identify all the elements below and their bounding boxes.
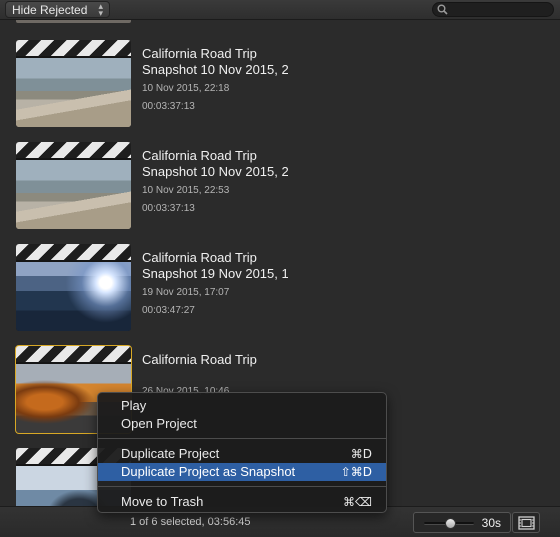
project-thumbnail[interactable] [16, 40, 131, 127]
thumbnail-image [16, 58, 131, 127]
previous-project-thumbnail[interactable] [16, 20, 131, 23]
project-duration: 00:03:47:27 [142, 305, 195, 316]
menu-item-play[interactable]: Play [98, 397, 386, 415]
menu-item-duplicate-project[interactable]: Duplicate Project ⌘D [98, 445, 386, 463]
project-item[interactable]: California Road Trip Snapshot 19 Nov 201… [0, 244, 560, 340]
project-duration: 00:03:37:13 [142, 203, 195, 214]
menu-item-shortcut: ⇧⌘D [340, 465, 372, 479]
clapperboard-icon [16, 244, 131, 262]
menu-item-label: Play [121, 398, 147, 413]
clapperboard-icon [16, 142, 131, 160]
menu-item-open-project[interactable]: Open Project [98, 415, 386, 433]
project-title: California Road Trip [142, 148, 257, 163]
menu-item-duplicate-as-snapshot[interactable]: Duplicate Project as Snapshot ⇧⌘D [98, 463, 386, 481]
zoom-duration-label: 30s [481, 516, 501, 530]
project-item[interactable]: California Road Trip Snapshot 10 Nov 201… [0, 142, 560, 238]
project-date: 10 Nov 2015, 22:18 [142, 83, 230, 94]
clip-zoom-control[interactable]: 30s [413, 512, 511, 533]
menu-item-shortcut: ⌘⌫ [343, 495, 372, 509]
menu-separator [98, 438, 386, 439]
menu-item-label: Move to Trash [121, 494, 204, 509]
clip-appearance-button[interactable] [512, 512, 540, 533]
menu-item-label: Duplicate Project [121, 446, 220, 461]
project-date: 10 Nov 2015, 22:53 [142, 185, 230, 196]
search-icon [437, 4, 448, 15]
menu-item-label: Open Project [121, 416, 197, 431]
browser-toolbar: Hide Rejected ▴ ▾ [0, 0, 560, 20]
menu-item-shortcut: ⌘D [350, 447, 372, 461]
project-subtitle: Snapshot 19 Nov 2015, 1 [142, 266, 288, 281]
updown-arrows-icon: ▴ ▾ [98, 1, 103, 18]
clapperboard-icon [16, 40, 131, 58]
project-thumbnail[interactable] [16, 244, 131, 331]
filmstrip-icon [518, 516, 535, 530]
project-duration: 00:03:37:13 [142, 101, 195, 112]
zoom-slider-knob[interactable] [445, 518, 457, 529]
menu-separator [98, 486, 386, 487]
zoom-slider[interactable] [424, 518, 474, 529]
project-subtitle: Snapshot 10 Nov 2015, 2 [142, 164, 288, 179]
thumbnail-image [16, 160, 131, 229]
clapperboard-icon [16, 346, 131, 364]
menu-item-label: Duplicate Project as Snapshot [121, 464, 296, 479]
project-subtitle: Snapshot 10 Nov 2015, 2 [142, 62, 288, 77]
filter-popup-button[interactable]: Hide Rejected ▴ ▾ [5, 1, 110, 18]
selection-status: 1 of 6 selected, 03:56:45 [130, 516, 251, 528]
project-title: California Road Trip [142, 352, 257, 367]
project-title: California Road Trip [142, 250, 257, 265]
menu-item-move-to-trash[interactable]: Move to Trash ⌘⌫ [98, 493, 386, 511]
thumbnail-image [16, 262, 131, 331]
project-thumbnail[interactable] [16, 142, 131, 229]
search-field[interactable] [432, 2, 554, 17]
context-menu: Play Open Project Duplicate Project ⌘D D… [97, 392, 387, 513]
project-item[interactable]: California Road Trip Snapshot 10 Nov 201… [0, 40, 560, 136]
project-title: California Road Trip [142, 46, 257, 61]
project-date: 19 Nov 2015, 17:07 [142, 287, 230, 298]
filter-popup-label: Hide Rejected [12, 2, 88, 17]
